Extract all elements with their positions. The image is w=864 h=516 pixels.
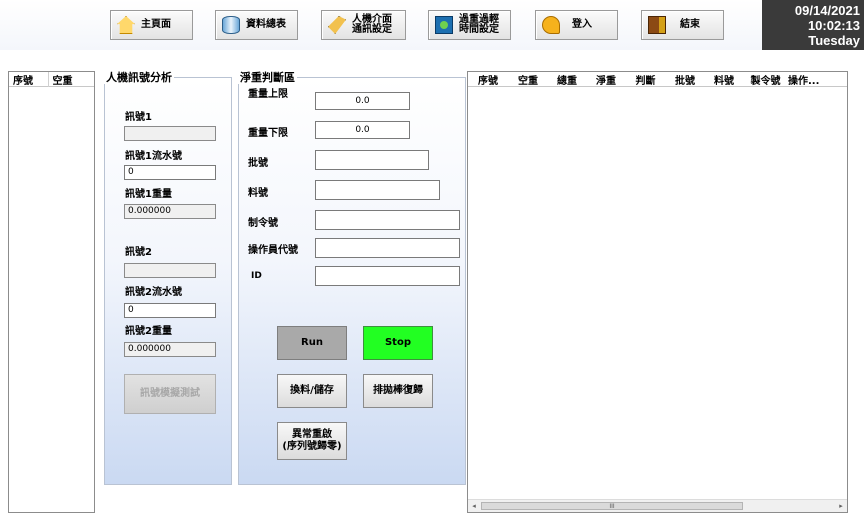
scrollbar-thumb[interactable]: III bbox=[481, 502, 743, 510]
exit-button[interactable]: 結束 bbox=[641, 10, 724, 40]
barcode-analysis-panel: 人機訊號分析 訊號1 訊號1流水號 0 訊號1重量 0.000000 訊號2 訊… bbox=[104, 71, 232, 485]
panel-title: 淨重判斷區 bbox=[238, 71, 297, 84]
order-label: 制令號 bbox=[248, 218, 278, 229]
signal-test-button[interactable]: 訊號模擬測試 bbox=[124, 374, 216, 414]
lower-limit-field[interactable]: 0.0 bbox=[315, 121, 410, 139]
barcode1-serial-label: 訊號1流水號 bbox=[125, 151, 182, 162]
database-icon bbox=[222, 16, 240, 34]
clock-display: 09/14/2021 10:02:13 Tuesday bbox=[762, 0, 864, 50]
id-label: ID bbox=[251, 271, 262, 281]
clock-day: Tuesday bbox=[808, 33, 860, 48]
column-header[interactable]: 判斷 bbox=[626, 72, 665, 87]
home-button[interactable]: 主頁面 bbox=[110, 10, 193, 40]
barcode2-weight-field[interactable]: 0.000000 bbox=[124, 342, 216, 357]
barcode1-field[interactable] bbox=[124, 126, 216, 141]
column-header[interactable]: 操作... bbox=[788, 72, 832, 87]
net-weight-panel: 淨重判斷區 重量上限 0.0 重量下限 0.0 批號 料號 制令號 操作員代號 … bbox=[238, 71, 466, 485]
clock-date: 09/14/2021 bbox=[794, 3, 860, 18]
weighing-records-table[interactable]: 序號 空重 總重 淨重 判斷 批號 料號 製令號 操作... ◂ III ▸ bbox=[467, 71, 848, 513]
scroll-left-arrow-icon[interactable]: ◂ bbox=[469, 501, 479, 511]
home-button-label: 主頁面 bbox=[141, 19, 171, 30]
data-table-button-label: 資料總表 bbox=[246, 19, 286, 30]
operator-field[interactable] bbox=[315, 238, 460, 258]
change-save-button[interactable]: 換料/儲存 bbox=[277, 374, 347, 408]
column-header[interactable]: 序號 bbox=[468, 72, 508, 87]
column-header[interactable]: 料號 bbox=[705, 72, 743, 87]
barcode2-label: 訊號2 bbox=[125, 247, 152, 258]
column-header[interactable]: 淨重 bbox=[586, 72, 626, 87]
barcode2-field[interactable] bbox=[124, 263, 216, 278]
key-icon bbox=[542, 16, 560, 34]
order-field[interactable] bbox=[315, 210, 460, 230]
operator-label: 操作員代號 bbox=[248, 245, 298, 256]
stop-button[interactable]: Stop bbox=[363, 326, 433, 360]
hmi-comm-settings-button[interactable]: 人機介面 通訊設定 bbox=[321, 10, 406, 40]
upper-limit-label: 重量上限 bbox=[248, 89, 288, 100]
hmi-comm-settings-label: 人機介面 通訊設定 bbox=[352, 14, 392, 35]
weight-time-settings-button[interactable]: 過重過輕 時間設定 bbox=[428, 10, 511, 40]
lower-limit-label: 重量下限 bbox=[248, 128, 288, 139]
column-header[interactable]: 總重 bbox=[548, 72, 586, 87]
batch-label: 批號 bbox=[248, 158, 268, 169]
barcode1-weight-label: 訊號1重量 bbox=[125, 189, 172, 200]
column-header[interactable]: 空重 bbox=[49, 72, 94, 87]
barcode2-weight-label: 訊號2重量 bbox=[125, 326, 172, 337]
top-toolbar: 主頁面 資料總表 人機介面 通訊設定 過重過輕 時間設定 登入 結束 09/14… bbox=[0, 0, 864, 50]
exit-door-icon bbox=[648, 16, 666, 34]
hmi-settings-icon bbox=[328, 16, 346, 34]
id-field[interactable] bbox=[315, 266, 460, 286]
run-button[interactable]: Run bbox=[277, 326, 347, 360]
records-table-header: 序號 空重 總重 淨重 判斷 批號 料號 製令號 操作... bbox=[468, 72, 847, 87]
column-header[interactable]: 空重 bbox=[508, 72, 548, 87]
tare-list[interactable]: 序號 空重 bbox=[8, 71, 95, 513]
barcode2-serial-field[interactable]: 0 bbox=[124, 303, 216, 318]
column-header[interactable]: 批號 bbox=[665, 72, 705, 87]
panel-title: 人機訊號分析 bbox=[104, 71, 174, 84]
barcode1-weight-field[interactable]: 0.000000 bbox=[124, 204, 216, 219]
column-header[interactable]: 序號 bbox=[9, 71, 49, 87]
material-field[interactable] bbox=[315, 180, 440, 200]
login-button-label: 登入 bbox=[572, 19, 592, 30]
upper-limit-field[interactable]: 0.0 bbox=[315, 92, 410, 110]
barcode1-label: 訊號1 bbox=[125, 112, 152, 123]
exit-button-label: 結束 bbox=[680, 19, 700, 30]
scroll-right-arrow-icon[interactable]: ▸ bbox=[836, 501, 846, 511]
tare-list-header: 序號 空重 bbox=[9, 71, 94, 87]
horizontal-scrollbar[interactable]: ◂ III ▸ bbox=[468, 499, 847, 512]
home-icon bbox=[117, 16, 135, 34]
data-table-button[interactable]: 資料總表 bbox=[215, 10, 298, 40]
batch-field[interactable] bbox=[315, 150, 429, 170]
barcode2-serial-label: 訊號2流水號 bbox=[125, 287, 182, 298]
timer-settings-icon bbox=[435, 16, 453, 34]
login-button[interactable]: 登入 bbox=[535, 10, 618, 40]
clock-time: 10:02:13 bbox=[807, 18, 860, 33]
material-label: 料號 bbox=[248, 188, 268, 199]
abnormal-restart-button[interactable]: 異常重啟 (序列號歸零) bbox=[277, 422, 347, 460]
barcode1-serial-field[interactable]: 0 bbox=[124, 165, 216, 180]
reject-reset-button[interactable]: 排拋棒復歸 bbox=[363, 374, 433, 408]
weight-time-settings-label: 過重過輕 時間設定 bbox=[459, 14, 499, 35]
column-header[interactable]: 製令號 bbox=[743, 72, 788, 87]
